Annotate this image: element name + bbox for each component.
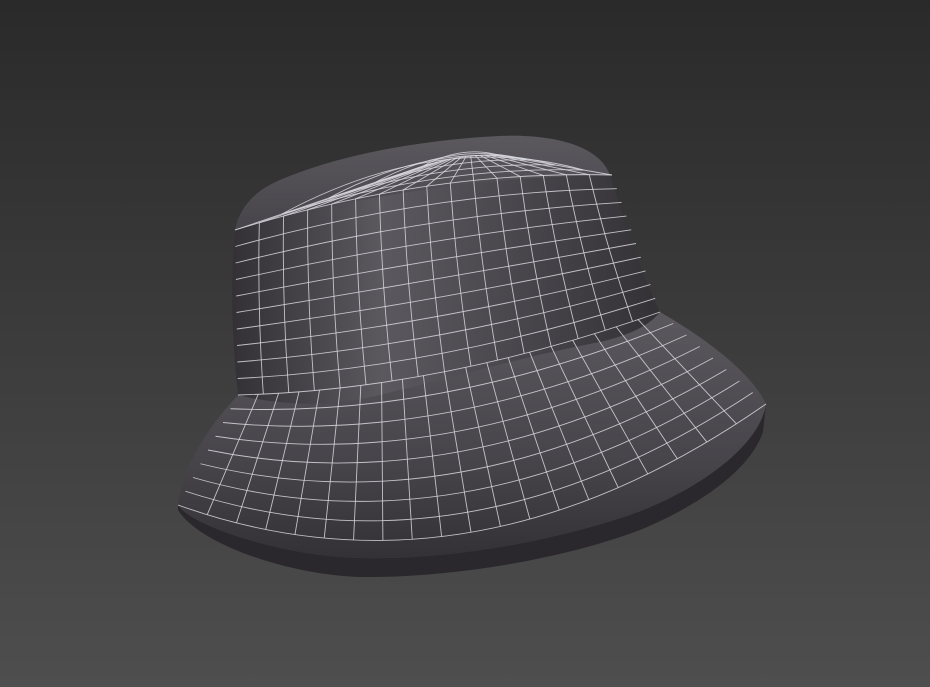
viewport-canvas[interactable] xyxy=(0,0,930,687)
3d-viewport[interactable] xyxy=(0,0,930,687)
